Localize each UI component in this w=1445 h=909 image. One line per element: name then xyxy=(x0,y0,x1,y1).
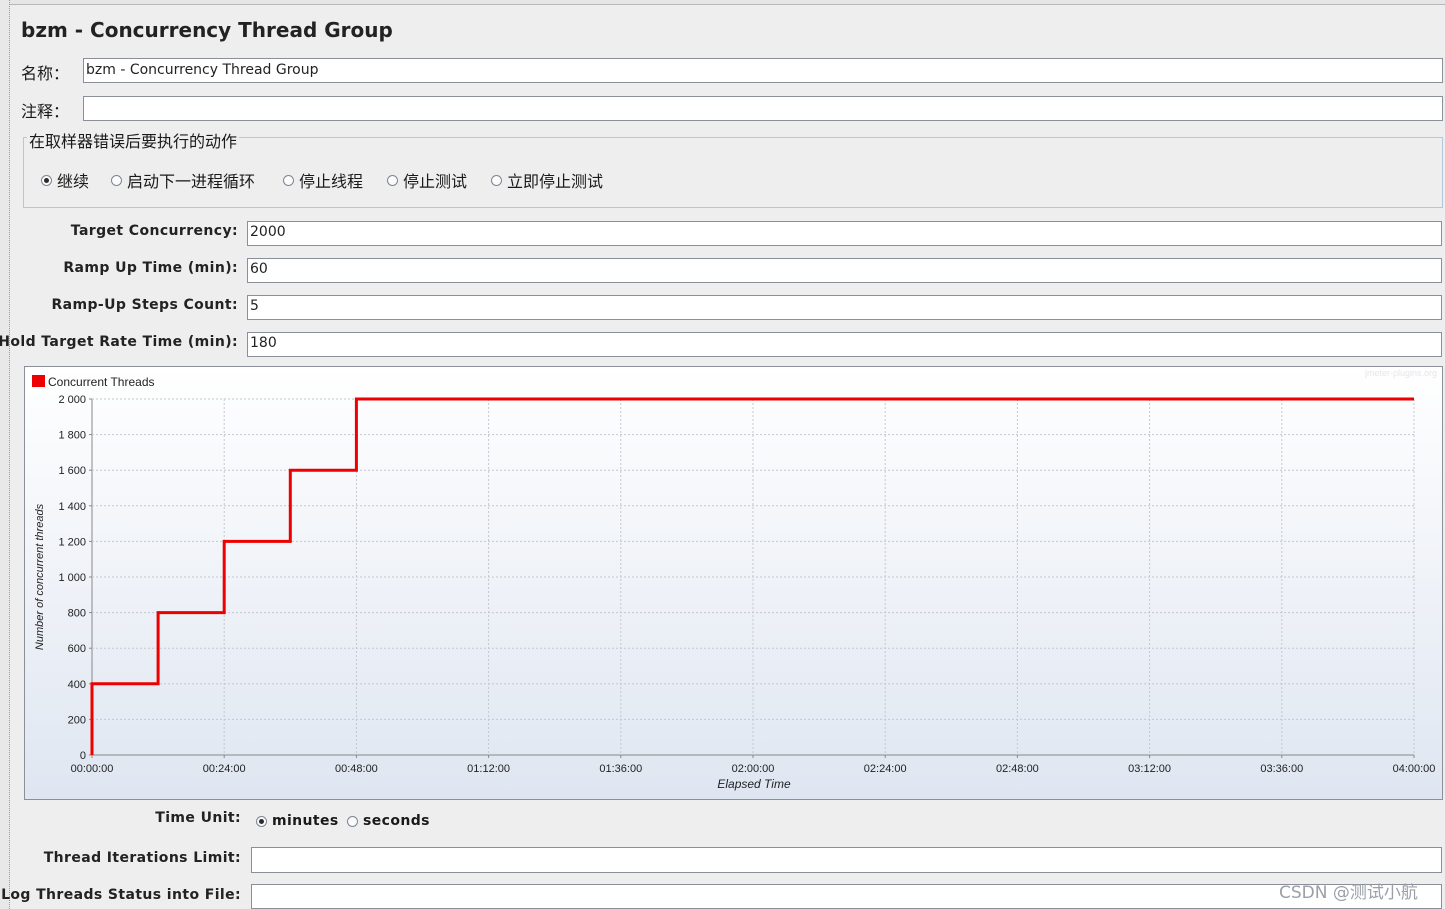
x-tick-label: 02:48:00 xyxy=(996,763,1039,775)
hold-time-label: Hold Target Rate Time (min): xyxy=(0,334,238,350)
radio-minutes-label: minutes xyxy=(272,813,339,829)
log-file-label: Log Threads Status into File: xyxy=(1,887,241,903)
legend-label: Concurrent Threads xyxy=(48,375,155,389)
x-tick-label: 01:36:00 xyxy=(599,763,642,775)
x-tick-label: 02:00:00 xyxy=(732,763,775,775)
radio-unselected-icon xyxy=(491,174,502,186)
y-tick-label: 200 xyxy=(68,714,86,726)
radio-seconds[interactable]: seconds xyxy=(347,813,430,829)
target-concurrency-field[interactable]: 2000 xyxy=(247,221,1442,246)
radio-stop-thread-label: 停止线程 xyxy=(299,172,364,191)
radio-minutes[interactable]: minutes xyxy=(256,813,339,829)
radio-stop-test[interactable]: 停止测试 xyxy=(387,168,467,192)
x-tick-label: 02:24:00 xyxy=(864,763,907,775)
x-axis-label: Elapsed Time xyxy=(717,777,791,791)
radio-continue-label: 继续 xyxy=(57,172,90,191)
radio-unselected-icon xyxy=(111,174,122,186)
y-tick-label: 1 000 xyxy=(58,572,86,584)
left-splitter-edge[interactable] xyxy=(0,0,10,909)
radio-stop-thread[interactable]: 停止线程 xyxy=(283,168,363,192)
radio-start-next-loop-label: 启动下一进程循环 xyxy=(127,172,256,191)
y-tick-label: 1 600 xyxy=(58,465,86,477)
legend-swatch xyxy=(32,375,45,387)
concurrency-chart: Concurrent Threads jmeter-plugins.org 02… xyxy=(24,366,1443,800)
iterations-limit-label: Thread Iterations Limit: xyxy=(43,850,241,866)
comment-label: 注释： xyxy=(21,102,70,121)
x-tick-label: 00:00:00 xyxy=(71,763,114,775)
ramp-up-steps-field[interactable]: 5 xyxy=(247,295,1442,320)
radio-unselected-icon xyxy=(347,815,358,827)
chart-canvas: Concurrent Threads jmeter-plugins.org 02… xyxy=(25,367,1442,799)
x-tick-label: 01:12:00 xyxy=(467,763,510,775)
y-tick-label: 400 xyxy=(68,679,86,691)
time-unit-label: Time Unit: xyxy=(155,810,241,826)
sampler-error-group-title: 在取样器错误后要执行的动作 xyxy=(27,128,240,152)
radio-selected-icon xyxy=(256,815,267,827)
y-tick-label: 2 000 xyxy=(58,394,86,406)
chart-background xyxy=(25,367,1442,799)
name-label: 名称： xyxy=(21,64,70,83)
y-tick-label: 1 800 xyxy=(58,430,86,442)
radio-start-next-loop[interactable]: 启动下一进程循环 xyxy=(111,168,255,192)
y-tick-label: 1 400 xyxy=(58,501,86,513)
radio-stop-test-now-label: 立即停止测试 xyxy=(507,172,604,191)
radio-unselected-icon xyxy=(387,174,398,186)
hold-time-field[interactable]: 180 xyxy=(247,332,1442,357)
ramp-up-time-label: Ramp Up Time (min): xyxy=(63,260,238,276)
radio-unselected-icon xyxy=(283,174,294,186)
y-tick-label: 800 xyxy=(68,608,86,620)
comment-field[interactable] xyxy=(83,96,1443,121)
ramp-up-time-field[interactable]: 60 xyxy=(247,258,1442,283)
chart-credit: jmeter-plugins.org xyxy=(1364,368,1437,378)
x-tick-label: 03:12:00 xyxy=(1128,763,1171,775)
top-border xyxy=(10,0,1445,5)
radio-selected-icon xyxy=(41,174,52,186)
ramp-up-steps-label: Ramp-Up Steps Count: xyxy=(51,297,238,313)
x-tick-label: 03:36:00 xyxy=(1260,763,1303,775)
radio-seconds-label: seconds xyxy=(363,813,430,829)
name-field[interactable]: bzm - Concurrency Thread Group xyxy=(83,58,1443,83)
y-tick-label: 0 xyxy=(80,750,86,762)
target-concurrency-label: Target Concurrency: xyxy=(70,223,238,239)
x-tick-label: 04:00:00 xyxy=(1393,763,1436,775)
panel-title: bzm - Concurrency Thread Group xyxy=(21,18,393,42)
y-tick-label: 600 xyxy=(68,643,86,655)
radio-continue[interactable]: 继续 xyxy=(41,168,89,192)
y-tick-label: 1 200 xyxy=(58,536,86,548)
watermark: CSDN @测试小航 xyxy=(1279,883,1418,903)
radio-stop-test-now[interactable]: 立即停止测试 xyxy=(491,168,603,192)
radio-stop-test-label: 停止测试 xyxy=(403,172,468,191)
y-axis-label: Number of concurrent threads xyxy=(34,503,46,650)
log-file-field[interactable] xyxy=(251,884,1442,909)
x-tick-label: 00:48:00 xyxy=(335,763,378,775)
iterations-limit-field[interactable] xyxy=(251,847,1442,873)
x-tick-label: 00:24:00 xyxy=(203,763,246,775)
